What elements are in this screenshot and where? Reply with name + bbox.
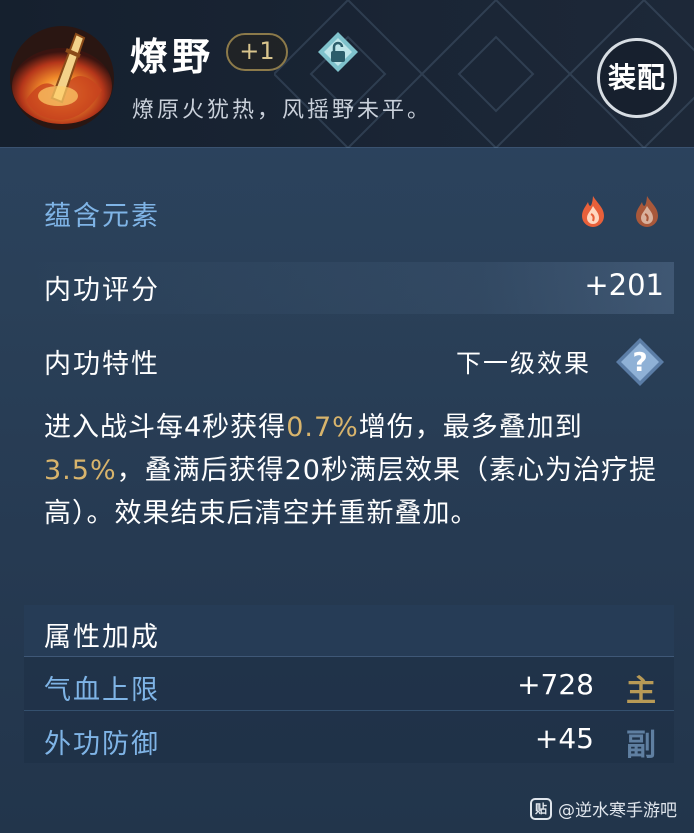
watermark: 贴 @逆水寒手游吧 (530, 796, 677, 821)
item-level-badge: +1 (226, 33, 288, 71)
trait-desc-part3: ，叠满后获得20秒满层效果（素心为治疗提高）。效果结束后清空并重新叠加。 (44, 455, 657, 529)
flame-blade-item-icon (10, 26, 114, 130)
unlock-icon[interactable] (316, 30, 360, 74)
score-value: +201 (584, 268, 664, 302)
item-name: 燎野 (130, 34, 215, 79)
item-header: 燎野 +1 燎原火犹热，风摇野未平。 装配 (0, 0, 694, 148)
question-icon[interactable]: ? (614, 336, 666, 388)
elements-label: 蕴含元素 (44, 201, 160, 232)
trait-highlight-rate: 0.7% (286, 412, 359, 443)
watermark-text: @逆水寒手游吧 (558, 801, 677, 821)
item-description: 燎原火犹热，风摇野未平。 (132, 98, 433, 123)
trait-desc-part1: 进入战斗每4秒获得 (44, 412, 287, 443)
attributes-header: 属性加成 (44, 622, 160, 653)
main-attribute-tag: 主 (626, 674, 656, 709)
trait-label: 内功特性 (44, 349, 160, 380)
item-tooltip-panel: 燎野 +1 燎原火犹热，风摇野未平。 装配 蕴含元素 内功评分 +201 内功特… (0, 0, 694, 833)
trait-description: 进入战斗每4秒获得0.7%增伤，最多叠加到 3.5%，叠满后获得20秒满层效果（素… (44, 406, 664, 535)
equip-button[interactable]: 装配 (597, 38, 677, 118)
attribute-name: 外功防御 (44, 729, 160, 760)
attribute-name: 气血上限 (44, 675, 160, 706)
next-level-effect-link[interactable]: 下一级效果 (456, 344, 591, 380)
fire-element-icon (636, 196, 658, 227)
row-divider (24, 710, 674, 711)
attribute-value: +728 (517, 668, 594, 701)
trait-highlight-max: 3.5% (44, 455, 117, 486)
trait-desc-part2: 增伤，最多叠加到 (358, 412, 583, 443)
svg-text:?: ? (632, 348, 647, 378)
sub-attribute-tag: 副 (626, 728, 656, 763)
score-label: 内功评分 (44, 275, 160, 306)
tieba-icon: 贴 (530, 797, 552, 820)
attribute-value: +45 (534, 722, 594, 755)
fire-element-icon (582, 196, 604, 227)
